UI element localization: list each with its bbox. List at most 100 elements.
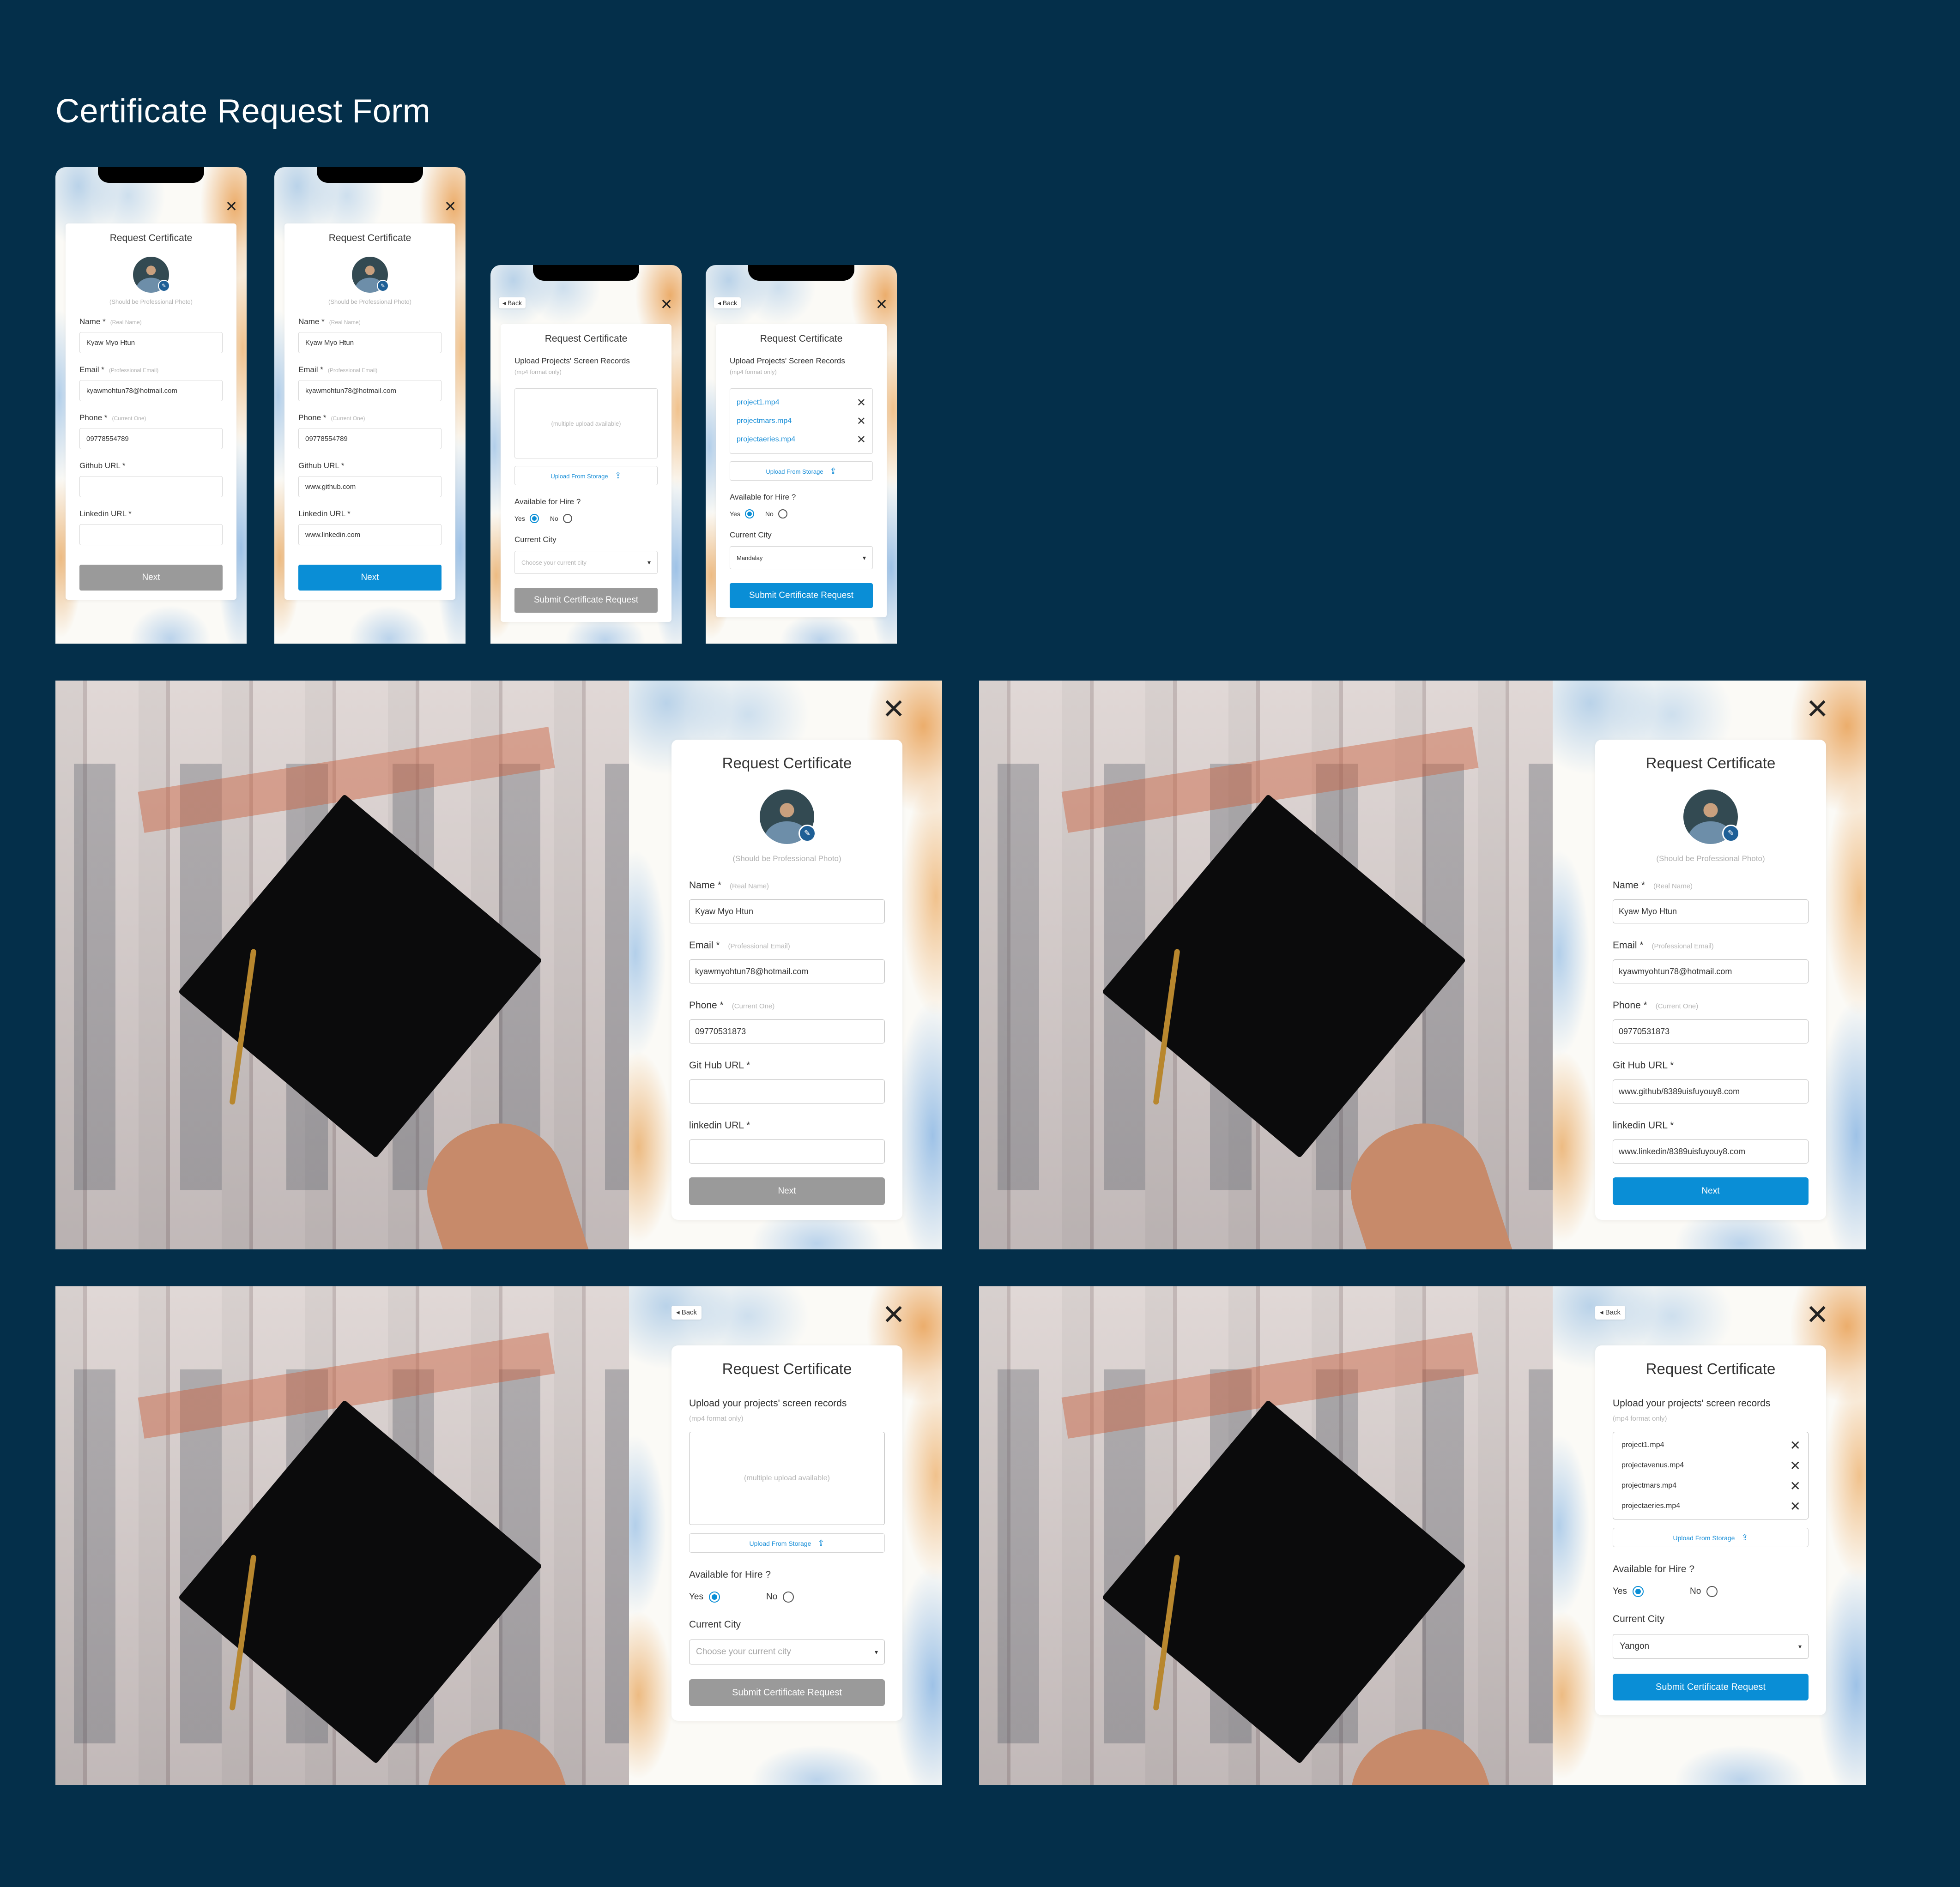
edit-photo-icon[interactable]: ✎	[1722, 825, 1740, 842]
linkedin-field[interactable]	[689, 1139, 885, 1164]
desktop-step1-empty: ✕ Request Certificate ✎ (Should be Profe…	[55, 681, 942, 1249]
no-radio[interactable]	[563, 514, 572, 523]
no-radio[interactable]	[783, 1592, 794, 1603]
no-radio[interactable]	[778, 509, 787, 518]
upload-dropzone[interactable]: (multiple upload available)	[514, 388, 658, 458]
phone-field[interactable]: 09778554789	[298, 428, 442, 449]
upload-from-storage-button[interactable]: Upload From Storage ⇪	[730, 461, 873, 481]
submit-button[interactable]: Submit Certificate Request	[514, 588, 658, 613]
close-icon[interactable]: ✕	[882, 695, 905, 723]
remove-file-icon[interactable]: ✕	[1790, 1499, 1801, 1514]
submit-button[interactable]: Submit Certificate Request	[730, 583, 873, 608]
phone-label: Phone * (Current One)	[1613, 1000, 1699, 1011]
github-field[interactable]: www.github/8389uisfuyouy8.com	[1613, 1079, 1809, 1103]
back-button[interactable]: ◂ Back	[499, 297, 526, 308]
submit-button[interactable]: Submit Certificate Request	[689, 1679, 885, 1706]
list-item: projectmars.mp4 ✕	[737, 415, 866, 428]
name-field[interactable]: Kyaw Myo Htun	[298, 332, 442, 353]
phone-field[interactable]: 09770531873	[689, 1019, 885, 1043]
no-radio[interactable]	[1706, 1586, 1718, 1597]
next-button[interactable]: Next	[79, 565, 223, 591]
remove-file-icon[interactable]: ✕	[1790, 1478, 1801, 1494]
upload-from-storage-button[interactable]: Upload From Storage ⇪	[1613, 1528, 1809, 1547]
email-label: Email * (Professional Email)	[689, 940, 790, 951]
hire-radio-group: Yes No	[730, 509, 873, 518]
phone-label: Phone * (Current One)	[79, 413, 146, 422]
card-title: Request Certificate	[760, 333, 843, 344]
list-item: projectaeries.mp4 ✕	[737, 433, 866, 446]
back-button[interactable]: ◂ Back	[714, 297, 741, 308]
name-field[interactable]: Kyaw Myo Htun	[79, 332, 223, 353]
linkedin-field[interactable]	[79, 524, 223, 545]
edit-photo-icon[interactable]: ✎	[799, 825, 816, 842]
close-icon[interactable]: ✕	[875, 297, 889, 312]
close-icon[interactable]: ✕	[659, 297, 673, 312]
upload-label: Upload Projects' Screen Records	[514, 356, 630, 365]
email-field[interactable]: kyawmohtun78@hotmail.com	[298, 380, 442, 401]
email-field[interactable]: kyawmyohtun78@hotmail.com	[689, 959, 885, 983]
photo-hint: (Should be Professional Photo)	[732, 854, 841, 863]
linkedin-label: Linkedin URL *	[298, 509, 351, 518]
remove-file-icon[interactable]: ✕	[857, 396, 866, 410]
next-button[interactable]: Next	[1613, 1177, 1809, 1205]
avatar[interactable]: ✎	[133, 257, 170, 293]
edit-photo-icon[interactable]: ✎	[158, 280, 170, 292]
request-card: Request Certificate ✎ (Should be Profess…	[671, 740, 902, 1220]
yes-radio[interactable]	[709, 1592, 720, 1603]
form-panel: ✕ Request Certificate ✎ (Should be Profe…	[629, 681, 942, 1249]
upload-from-storage-button[interactable]: Upload From Storage ⇪	[514, 466, 658, 485]
next-button[interactable]: Next	[689, 1177, 885, 1205]
available-label: Available for Hire ?	[689, 1569, 771, 1580]
remove-file-icon[interactable]: ✕	[1790, 1438, 1801, 1453]
remove-file-icon[interactable]: ✕	[857, 433, 866, 446]
linkedin-field[interactable]: www.linkedin.com	[298, 524, 442, 545]
github-label: Github URL *	[298, 461, 345, 470]
card-title: Request Certificate	[722, 754, 852, 772]
back-button[interactable]: ◂ Back	[1595, 1306, 1626, 1320]
github-field[interactable]	[689, 1079, 885, 1103]
city-select[interactable]: Yangon ▾	[1613, 1634, 1809, 1659]
city-select[interactable]: Mandalay ▾	[730, 546, 873, 569]
city-select[interactable]: Choose your current city ▾	[514, 551, 658, 574]
github-label: Git Hub URL *	[1613, 1060, 1674, 1071]
yes-radio[interactable]	[744, 509, 754, 518]
desktop-step2-filled: ◂ Back ✕ Request Certificate Upload your…	[979, 1286, 1866, 1785]
available-label: Available for Hire ?	[730, 493, 796, 501]
yes-label: Yes	[514, 515, 525, 522]
email-field[interactable]: kyawmohtun78@hotmail.com	[79, 380, 223, 401]
card-title: Request Certificate	[544, 333, 628, 344]
close-icon[interactable]: ✕	[443, 199, 457, 214]
uploaded-file-list: project1.mp4 ✕ projectavenus.mp4 ✕ project…	[1613, 1432, 1809, 1519]
close-icon[interactable]: ✕	[1806, 695, 1829, 723]
linkedin-field[interactable]: www.linkedin/8389uisfuyouy8.com	[1613, 1139, 1809, 1164]
upload-dropzone[interactable]: (multiple upload available)	[689, 1432, 885, 1525]
close-icon[interactable]: ✕	[882, 1301, 905, 1329]
phone-field[interactable]: 09770531873	[1613, 1019, 1809, 1043]
github-field[interactable]	[79, 476, 223, 497]
linkedin-label: Linkedin URL *	[79, 509, 132, 518]
next-button[interactable]: Next	[298, 565, 442, 591]
city-select[interactable]: Choose your current city ▾	[689, 1640, 885, 1664]
upload-from-storage-button[interactable]: Upload From Storage ⇪	[689, 1533, 885, 1553]
phone-field[interactable]: 09778554789	[79, 428, 223, 449]
close-icon[interactable]: ✕	[1806, 1301, 1829, 1329]
upload-icon: ⇪	[614, 471, 622, 480]
name-field[interactable]: Kyaw Myo Htun	[689, 899, 885, 923]
back-button[interactable]: ◂ Back	[671, 1306, 702, 1320]
github-field[interactable]: www.github.com	[298, 476, 442, 497]
card-title: Request Certificate	[109, 233, 193, 243]
close-icon[interactable]: ✕	[224, 199, 238, 214]
remove-file-icon[interactable]: ✕	[1790, 1458, 1801, 1473]
email-field[interactable]: kyawmyohtun78@hotmail.com	[1613, 959, 1809, 983]
desktop-step1-filled: ✕ Request Certificate ✎ (Should be Profe…	[979, 681, 1866, 1249]
yes-radio[interactable]	[529, 514, 539, 523]
avatar[interactable]: ✎	[352, 257, 389, 293]
avatar[interactable]: ✎	[760, 790, 816, 844]
yes-radio[interactable]	[1633, 1586, 1644, 1597]
name-field[interactable]: Kyaw Myo Htun	[1613, 899, 1809, 923]
submit-button[interactable]: Submit Certificate Request	[1613, 1674, 1809, 1700]
avatar[interactable]: ✎	[1683, 790, 1740, 844]
city-label: Current City	[730, 531, 772, 539]
remove-file-icon[interactable]: ✕	[857, 415, 866, 428]
edit-photo-icon[interactable]: ✎	[377, 280, 389, 292]
